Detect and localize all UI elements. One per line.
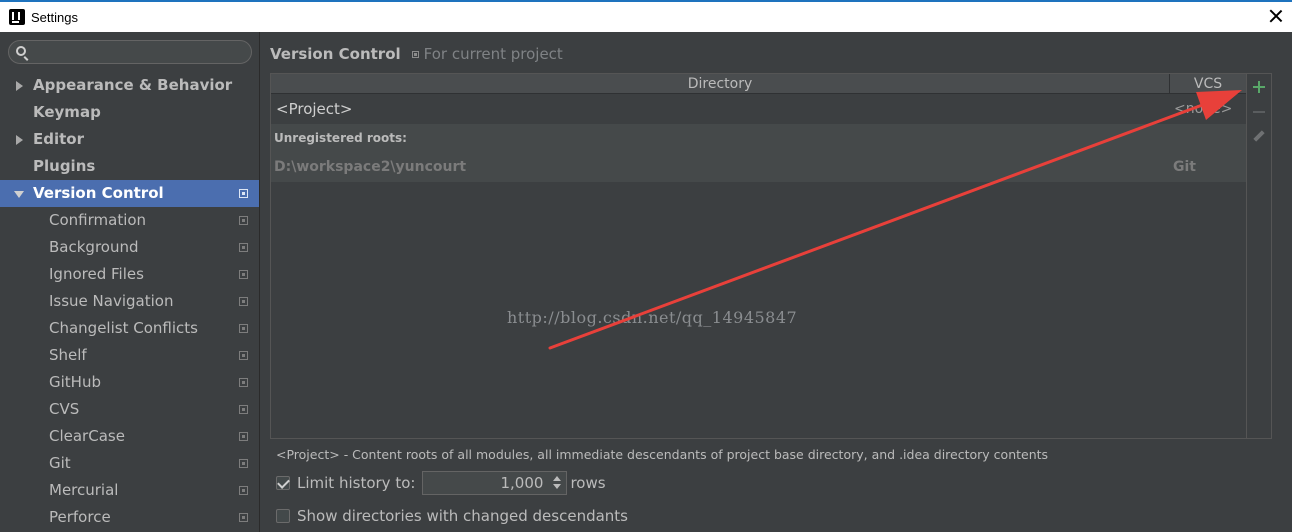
sidebar-item-version-control[interactable]: Version Control bbox=[0, 180, 259, 207]
project-scope-icon bbox=[411, 50, 419, 58]
sidebar-item-label: CVS bbox=[49, 400, 80, 418]
sidebar-item-label: Plugins bbox=[33, 157, 96, 175]
expand-right-icon[interactable] bbox=[16, 81, 23, 91]
unregistered-roots-header: Unregistered roots: bbox=[271, 124, 1246, 153]
history-limit-input[interactable] bbox=[423, 473, 548, 493]
remove-icon[interactable] bbox=[1252, 105, 1266, 119]
title-bar: Settings bbox=[0, 0, 1292, 32]
sidebar-item-shelf[interactable]: Shelf bbox=[0, 342, 259, 369]
intellij-logo-icon bbox=[9, 9, 25, 25]
table-toolbar bbox=[1246, 74, 1271, 438]
sidebar-item-label: Confirmation bbox=[49, 211, 147, 229]
scope-label: For current project bbox=[423, 45, 563, 63]
unregistered-roots-label: Unregistered roots: bbox=[274, 131, 407, 145]
edit-icon[interactable] bbox=[1252, 130, 1266, 144]
sidebar-item-mercurial[interactable]: Mercurial bbox=[0, 477, 259, 504]
vcs-mappings-table[interactable]: Directory VCS <Project> <none> Unregiste… bbox=[271, 74, 1246, 438]
project-scope-icon bbox=[239, 324, 248, 333]
spinner-icon[interactable] bbox=[550, 474, 564, 492]
sidebar-item-perforce[interactable]: Perforce bbox=[0, 504, 259, 531]
project-scope-icon bbox=[239, 243, 248, 252]
sidebar-item-editor[interactable]: Editor bbox=[0, 126, 259, 153]
project-scope-icon bbox=[239, 432, 248, 441]
close-icon[interactable] bbox=[1268, 8, 1284, 24]
project-footnote: <Project> - Content roots of all modules… bbox=[276, 447, 1049, 462]
spin-up-icon[interactable] bbox=[553, 476, 562, 481]
sidebar-item-background[interactable]: Background bbox=[0, 234, 259, 261]
sidebar-item-label: Appearance & Behavior bbox=[33, 76, 233, 94]
search-input[interactable] bbox=[31, 43, 246, 61]
project-scope-icon bbox=[239, 486, 248, 495]
project-scope-icon bbox=[239, 216, 248, 225]
settings-sidebar: Appearance & Behavior Keymap Editor Plugins… bbox=[0, 32, 260, 532]
sidebar-item-clearcase[interactable]: ClearCase bbox=[0, 423, 259, 450]
page-title: Version Control bbox=[270, 45, 401, 63]
sidebar-item-issue-navigation[interactable]: Issue Navigation bbox=[0, 288, 259, 315]
project-scope-icon bbox=[239, 459, 248, 468]
search-box[interactable] bbox=[8, 40, 252, 64]
main-panel: Version Control For current project Dire… bbox=[261, 32, 1292, 532]
sidebar-item-label: Mercurial bbox=[49, 481, 119, 499]
sidebar-item-keymap[interactable]: Keymap bbox=[0, 99, 259, 126]
watermark: http://blog.csdn.net/qq_14945847 bbox=[507, 308, 798, 327]
sidebar-item-plugins[interactable]: Plugins bbox=[0, 153, 259, 180]
project-scope-icon bbox=[239, 297, 248, 306]
project-scope-icon bbox=[239, 378, 248, 387]
limit-history-label: Limit history to: bbox=[297, 474, 416, 492]
sidebar-item-ignored-files[interactable]: Ignored Files bbox=[0, 261, 259, 288]
sidebar-item-label: GitHub bbox=[49, 373, 101, 391]
show-changed-label: Show directories with changed descendant… bbox=[297, 507, 628, 525]
sidebar-item-label: Version Control bbox=[33, 184, 164, 202]
column-header-directory[interactable]: Directory bbox=[271, 74, 1170, 94]
project-scope-icon bbox=[239, 189, 248, 198]
limit-history-option: Limit history to: rows bbox=[276, 471, 606, 495]
sidebar-item-label: Background bbox=[49, 238, 139, 256]
project-scope-icon bbox=[239, 405, 248, 414]
sidebar-item-label: ClearCase bbox=[49, 427, 125, 445]
vcs-mappings-panel: Directory VCS <Project> <none> Unregiste… bbox=[270, 73, 1272, 439]
sidebar-item-cvs[interactable]: CVS bbox=[0, 396, 259, 423]
root-directory: D:\workspace2\yuncourt bbox=[274, 159, 467, 175]
settings-tree: Appearance & Behavior Keymap Editor Plugins… bbox=[0, 72, 259, 531]
sidebar-item-label: Issue Navigation bbox=[49, 292, 174, 310]
history-limit-stepper[interactable] bbox=[422, 471, 568, 495]
search-icon bbox=[16, 46, 26, 56]
sidebar-item-label: Keymap bbox=[33, 103, 101, 121]
show-changed-checkbox[interactable] bbox=[276, 509, 290, 523]
add-icon[interactable] bbox=[1252, 80, 1266, 94]
column-header-vcs[interactable]: VCS bbox=[1170, 74, 1246, 94]
sidebar-item-label: Perforce bbox=[49, 508, 111, 526]
sidebar-item-label: Shelf bbox=[49, 346, 87, 364]
sidebar-item-label: Changelist Conflicts bbox=[49, 319, 198, 337]
expand-right-icon[interactable] bbox=[16, 135, 23, 145]
project-directory: <Project> bbox=[276, 100, 353, 118]
window-title: Settings bbox=[31, 9, 78, 25]
sidebar-item-appearance-and-behavior[interactable]: Appearance & Behavior bbox=[0, 72, 259, 99]
expand-down-icon[interactable] bbox=[14, 191, 24, 198]
table-row-project[interactable]: <Project> <none> bbox=[271, 95, 1246, 124]
table-header: Directory VCS bbox=[271, 74, 1246, 94]
project-vcs: <none> bbox=[1174, 101, 1233, 117]
sidebar-item-git[interactable]: Git bbox=[0, 450, 259, 477]
root-vcs: Git bbox=[1173, 159, 1196, 175]
panel-header: Version Control For current project bbox=[270, 44, 563, 64]
project-scope-icon bbox=[239, 351, 248, 360]
spin-down-icon[interactable] bbox=[553, 484, 562, 489]
show-changed-option: Show directories with changed descendant… bbox=[276, 505, 628, 527]
sidebar-item-github[interactable]: GitHub bbox=[0, 369, 259, 396]
project-scope-icon bbox=[239, 513, 248, 522]
sidebar-item-label: Git bbox=[49, 454, 71, 472]
sidebar-item-changelist-conflicts[interactable]: Changelist Conflicts bbox=[0, 315, 259, 342]
limit-history-checkbox[interactable] bbox=[276, 476, 290, 490]
sidebar-item-label: Ignored Files bbox=[49, 265, 144, 283]
table-row-unregistered-root[interactable]: D:\workspace2\yuncourt Git bbox=[271, 153, 1246, 182]
rows-label: rows bbox=[570, 474, 606, 492]
project-scope-icon bbox=[239, 270, 248, 279]
sidebar-item-label: Editor bbox=[33, 130, 84, 148]
sidebar-item-confirmation[interactable]: Confirmation bbox=[0, 207, 259, 234]
